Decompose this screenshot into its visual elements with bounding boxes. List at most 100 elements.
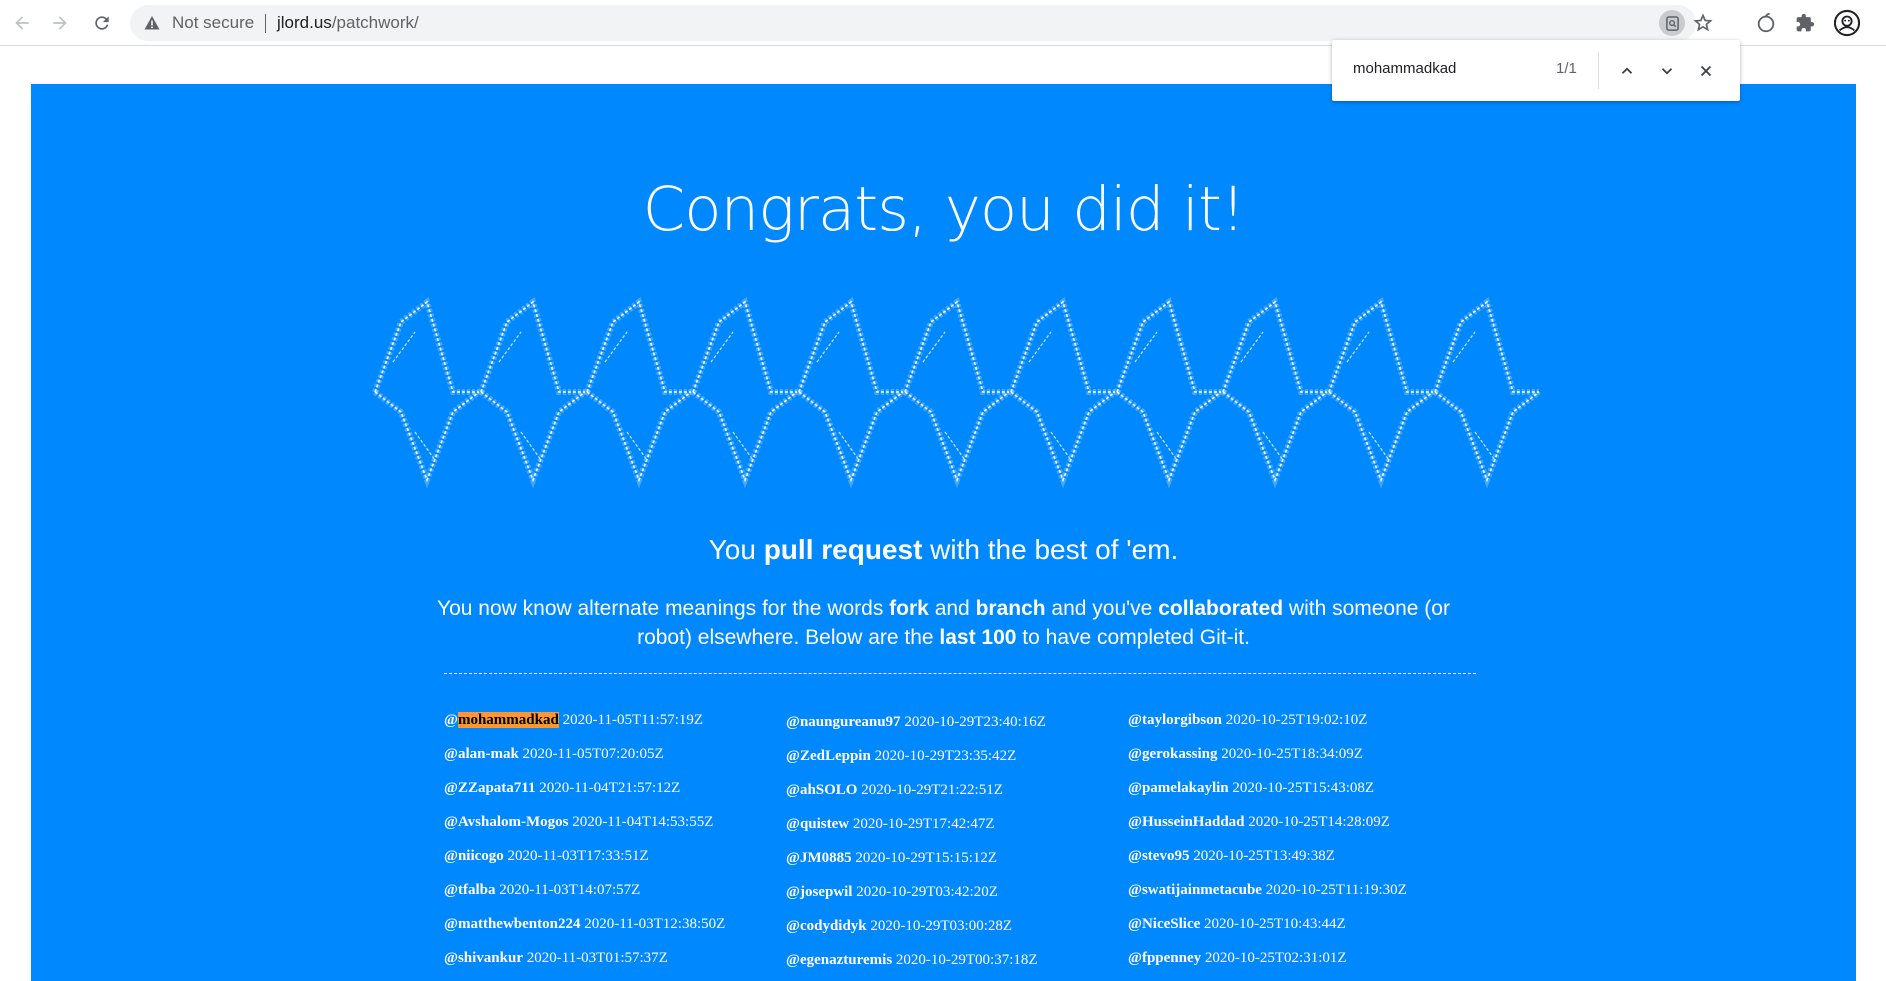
list-item: @tfalba 2020-11-03T14:07:57Z: [444, 880, 725, 914]
username-link[interactable]: @alan-mak: [444, 746, 519, 762]
desc-bold-last-100: last 100: [939, 626, 1017, 649]
description: You now know alternate meanings for the …: [431, 594, 1456, 652]
username-link[interactable]: @stevo95: [1128, 848, 1189, 864]
reload-icon[interactable]: [87, 8, 117, 38]
completions-column-1: @mohammadkad 2020-11-05T11:57:19Z @alan-…: [444, 710, 725, 981]
find-match-count: 1/1: [1556, 60, 1577, 77]
ascii-art-banner: [372, 296, 1541, 489]
username-link[interactable]: @mohammadkad: [444, 712, 559, 728]
list-item: @naungureanu97 2020-10-29T23:40:16Z: [786, 712, 1046, 746]
username-link[interactable]: @josepwil: [786, 884, 852, 900]
completion-time: 2020-10-29T23:40:16Z: [904, 714, 1046, 730]
username-link[interactable]: @niicogo: [444, 848, 504, 864]
tagline-before: You: [708, 534, 764, 565]
username-link[interactable]: @naungureanu97: [786, 714, 901, 730]
completion-time: 2020-11-03T12:38:50Z: [584, 916, 726, 932]
find-in-page-icon[interactable]: [1659, 10, 1685, 36]
username-link[interactable]: @swatijainmetacube: [1128, 882, 1262, 898]
completion-time: 2020-10-25T11:19:30Z: [1265, 882, 1407, 898]
list-item: @gerokassing 2020-10-25T18:34:09Z: [1128, 744, 1407, 778]
chevron-down-icon[interactable]: [1652, 56, 1682, 86]
completion-time: 2020-11-03T17:33:51Z: [507, 848, 649, 864]
desc-text-3: and you've: [1045, 597, 1159, 620]
list-item: @codydidyk 2020-10-29T03:00:28Z: [786, 916, 1046, 950]
url-text[interactable]: jlord.us/patchwork/: [277, 13, 419, 33]
username-link[interactable]: @JM0885: [786, 850, 852, 866]
completion-time: 2020-11-04T21:57:12Z: [539, 780, 681, 796]
list-item: @HusseinHaddad 2020-10-25T14:28:09Z: [1128, 812, 1407, 846]
username-link[interactable]: @codydidyk: [786, 918, 867, 934]
username-link[interactable]: @quistew: [786, 816, 849, 832]
completion-time: 2020-10-29T23:35:42Z: [874, 748, 1017, 764]
completion-time: 2020-11-05T07:20:05Z: [522, 746, 664, 762]
completions-column-2: @naungureanu97 2020-10-29T23:40:16Z @Zed…: [786, 712, 1046, 981]
ascii-glyph: [796, 296, 905, 489]
username-link[interactable]: @pamelakaylin: [1128, 780, 1229, 796]
extension-apple-icon[interactable]: [1753, 10, 1779, 36]
completion-time: 2020-10-25T02:31:01Z: [1204, 950, 1347, 966]
dashed-divider: [444, 673, 1476, 674]
ascii-glyph: [902, 296, 1011, 489]
puzzle-piece-icon[interactable]: [1792, 10, 1818, 36]
ascii-glyph: [1220, 296, 1329, 489]
username-link[interactable]: @matthewbenton224: [444, 916, 580, 932]
completion-time: 2020-10-25T15:43:08Z: [1232, 780, 1375, 796]
tagline-bold: pull request: [763, 534, 923, 565]
username-link[interactable]: @ZZapata711: [444, 780, 535, 796]
completion-time: 2020-11-03T01:57:37Z: [526, 950, 668, 966]
list-item: @quistew 2020-10-29T17:42:47Z: [786, 814, 1046, 848]
profile-avatar-icon[interactable]: [1834, 9, 1860, 37]
username-link[interactable]: @NiceSlice: [1128, 916, 1200, 932]
completion-time: 2020-10-29T03:42:20Z: [856, 884, 998, 900]
username-link[interactable]: @tfalba: [444, 882, 495, 898]
page-title: Congrats, you did it!: [642, 174, 1246, 245]
username-link[interactable]: @shivankur: [444, 950, 523, 966]
desc-bold-branch: branch: [975, 597, 1046, 620]
page-content: Congrats, you did it! You pull request w…: [31, 84, 1856, 981]
desc-text-1: You now know alternate meanings for the …: [437, 597, 890, 620]
completions-column-3: @taylorgibson 2020-10-25T19:02:10Z @gero…: [1128, 710, 1407, 981]
tagline: You pull request with the best of 'em.: [31, 534, 1856, 566]
completion-time: 2020-11-04T14:53:55Z: [572, 814, 714, 830]
list-item: @taylorgibson 2020-10-25T19:02:10Z: [1128, 710, 1407, 744]
completion-time: 2020-10-29T03:00:28Z: [870, 918, 1013, 934]
address-bar[interactable]: Not secure jlord.us/patchwork/: [130, 5, 1713, 41]
security-label[interactable]: Not secure: [172, 13, 254, 33]
username-link[interactable]: @ahSOLO: [786, 782, 857, 798]
ascii-glyph: [1008, 296, 1117, 489]
username-link[interactable]: @Avshalom-Mogos: [444, 814, 569, 830]
completion-time: 2020-10-25T10:43:44Z: [1204, 916, 1346, 932]
list-item: @JM0885 2020-10-29T15:15:12Z: [786, 848, 1046, 882]
back-arrow-icon[interactable]: [7, 8, 37, 38]
url-path: /patchwork/: [331, 13, 419, 32]
find-divider: [1598, 52, 1599, 89]
username-link[interactable]: @gerokassing: [1128, 746, 1218, 762]
url-domain: jlord.us: [277, 13, 332, 32]
tagline-after: with the best of 'em.: [922, 534, 1179, 565]
list-item: @NiceSlice 2020-10-25T10:43:44Z: [1128, 914, 1407, 948]
ascii-glyph: [372, 296, 481, 489]
list-item: @ahSOLO 2020-10-29T21:22:51Z: [786, 780, 1046, 814]
username-link[interactable]: @ZedLeppin: [786, 748, 871, 764]
username-link[interactable]: @taylorgibson: [1128, 712, 1222, 728]
find-input[interactable]: mohammadkad: [1353, 60, 1456, 77]
username-link[interactable]: @HusseinHaddad: [1128, 814, 1245, 830]
forward-arrow-icon[interactable]: [45, 8, 75, 38]
desc-bold-collaborated: collaborated: [1158, 597, 1284, 620]
list-item: @swatijainmetacube 2020-10-25T11:19:30Z: [1128, 880, 1407, 914]
username-link[interactable]: @egenazturemis: [786, 952, 892, 968]
close-icon[interactable]: [1691, 56, 1721, 86]
username-link[interactable]: @fppenney: [1128, 950, 1201, 966]
completion-time: 2020-10-29T17:42:47Z: [852, 816, 995, 832]
completion-time: 2020-10-29T00:37:18Z: [895, 952, 1038, 968]
completion-time: 2020-10-25T19:02:10Z: [1225, 712, 1368, 728]
omnibox-separator: [265, 14, 266, 33]
list-item: @egenazturemis 2020-10-29T00:37:18Z: [786, 950, 1046, 981]
desc-text-5: to have completed Git-it.: [1016, 626, 1250, 649]
warning-icon[interactable]: [144, 15, 160, 31]
chevron-up-icon[interactable]: [1612, 56, 1642, 86]
find-bar: mohammadkad 1/1: [1332, 40, 1740, 101]
star-icon[interactable]: [1690, 10, 1716, 36]
list-item: @fppenney 2020-10-25T02:31:01Z: [1128, 948, 1407, 981]
list-item: @ZedLeppin 2020-10-29T23:35:42Z: [786, 746, 1046, 780]
